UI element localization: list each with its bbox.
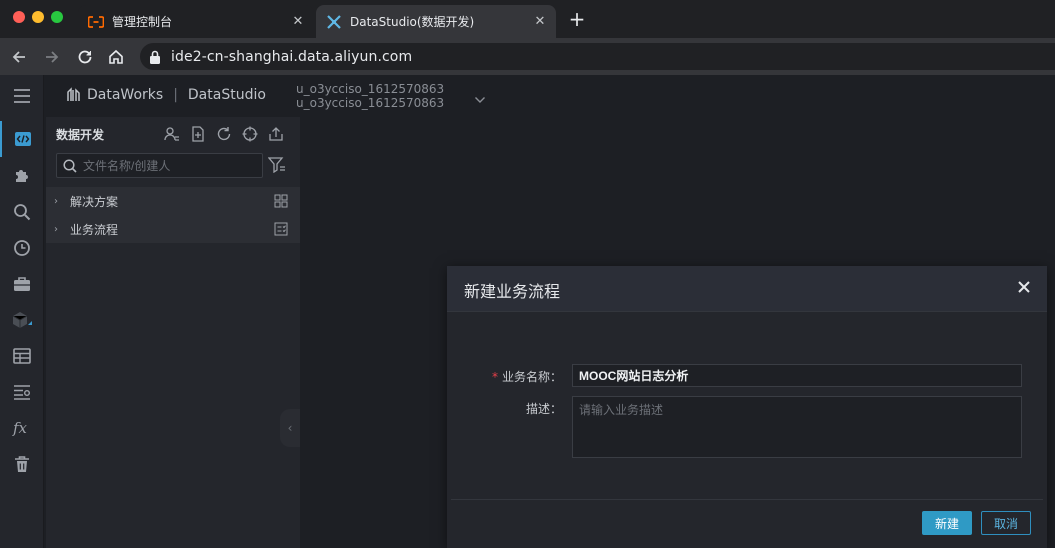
search-icon bbox=[63, 158, 77, 173]
tree-item-label: 解决方案 bbox=[70, 194, 119, 209]
trash-icon[interactable] bbox=[0, 446, 44, 482]
back-icon[interactable] bbox=[8, 46, 30, 68]
workspace-id: u_o3ycciso_1612570863 bbox=[296, 96, 445, 110]
home-icon[interactable] bbox=[105, 46, 127, 68]
browser-tabbar: 管理控制台 ✕ DataStudio(数据开发) ✕ + bbox=[0, 0, 1055, 38]
lock-icon bbox=[149, 50, 161, 64]
description-textarea[interactable] bbox=[572, 396, 1022, 458]
create-button[interactable]: 新建 bbox=[922, 511, 972, 535]
tab-label: 管理控制台 bbox=[112, 15, 173, 29]
browser-toolbar: ide2-cn-shanghai.data.aliyun.com bbox=[0, 38, 1055, 75]
new-file-icon[interactable] bbox=[189, 125, 207, 143]
required-mark: * bbox=[491, 370, 498, 384]
chevron-right-icon[interactable]: › bbox=[54, 196, 64, 207]
tree-item-solutions[interactable]: › 解决方案 bbox=[46, 187, 300, 215]
page: 管理控制台 ✕ DataStudio(数据开发) ✕ + ide2-cn-sha… bbox=[0, 0, 1055, 548]
brand: DataWorks | DataStudio bbox=[66, 87, 266, 103]
tab-close-icon[interactable]: ✕ bbox=[532, 14, 548, 30]
brand-separator: | bbox=[173, 87, 178, 103]
clock-icon[interactable] bbox=[0, 230, 44, 266]
table-icon[interactable] bbox=[0, 338, 44, 374]
left-navigation: fx bbox=[0, 75, 44, 548]
dataworks-logo-icon bbox=[66, 87, 82, 103]
address-bar[interactable]: ide2-cn-shanghai.data.aliyun.com bbox=[140, 43, 1055, 70]
description-label: 描述： bbox=[525, 402, 562, 416]
code-icon[interactable] bbox=[0, 121, 44, 157]
business-name-label-text: 业务名称： bbox=[501, 370, 562, 384]
close-window-button[interactable] bbox=[13, 11, 25, 23]
user-filter-icon[interactable] bbox=[163, 125, 181, 143]
dialog-title: 新建业务流程 bbox=[464, 282, 561, 301]
chevron-down-icon[interactable] bbox=[474, 89, 486, 108]
dialog-divider bbox=[451, 499, 1043, 500]
panel-collapse-handle[interactable]: ‹ bbox=[280, 409, 300, 447]
tab-close-icon[interactable]: ✕ bbox=[290, 14, 306, 30]
tree-item-business-flows[interactable]: › 业务流程 bbox=[46, 215, 300, 243]
menu-icon[interactable] bbox=[0, 78, 44, 114]
file-search bbox=[56, 153, 263, 178]
datastudio-logo-icon bbox=[326, 14, 342, 30]
puzzle-icon[interactable] bbox=[0, 158, 44, 194]
minimize-window-button[interactable] bbox=[32, 11, 44, 23]
panel-title: 数据开发 bbox=[56, 128, 105, 142]
reload-icon[interactable] bbox=[74, 46, 96, 68]
brand-name: DataWorks bbox=[87, 87, 164, 103]
forward-icon[interactable] bbox=[41, 46, 63, 68]
workspace-name: u_o3ycciso_1612570863 bbox=[296, 82, 445, 96]
locate-icon[interactable] bbox=[241, 125, 259, 143]
filter-icon[interactable] bbox=[267, 157, 286, 177]
refresh-icon[interactable] bbox=[215, 125, 233, 143]
dialog-header: 新建业务流程 bbox=[447, 266, 1047, 312]
tree-item-label: 业务流程 bbox=[70, 222, 119, 237]
cancel-button[interactable]: 取消 bbox=[981, 511, 1031, 535]
svg-text:fx: fx bbox=[12, 420, 28, 436]
close-icon[interactable] bbox=[1015, 278, 1033, 296]
search-icon[interactable] bbox=[0, 194, 44, 230]
browser-tab-console[interactable]: 管理控制台 ✕ bbox=[78, 5, 314, 38]
app-header: DataWorks | DataStudio u_o3ycciso_161257… bbox=[44, 75, 1055, 117]
tab-label: DataStudio(数据开发) bbox=[350, 15, 475, 29]
list-settings-icon[interactable] bbox=[0, 374, 44, 410]
business-name-label: * 业务名称： bbox=[447, 368, 562, 385]
data-development-panel: 数据开发 文件名称/创建人 › 解决方案 › 业务流程 bbox=[46, 117, 300, 548]
checklist-icon[interactable] bbox=[274, 222, 288, 239]
new-tab-button[interactable]: + bbox=[566, 8, 588, 30]
aliyun-logo-icon bbox=[88, 14, 104, 30]
module-name: DataStudio bbox=[187, 87, 266, 103]
cube-icon[interactable] bbox=[0, 302, 44, 338]
new-business-flow-dialog: 新建业务流程 *业务名称： 描述： 新建 取消 bbox=[447, 266, 1047, 548]
maximize-window-button[interactable] bbox=[51, 11, 63, 23]
workspace-selector[interactable]: u_o3ycciso_1612570863 u_o3ycciso_1612570… bbox=[296, 82, 444, 110]
file-search-input[interactable] bbox=[83, 158, 253, 173]
url-text: ide2-cn-shanghai.data.aliyun.com bbox=[171, 48, 413, 65]
business-name-input[interactable] bbox=[572, 364, 1022, 387]
briefcase-icon[interactable] bbox=[0, 266, 44, 302]
import-icon[interactable] bbox=[267, 125, 285, 143]
browser-tab-datastudio[interactable]: DataStudio(数据开发) ✕ bbox=[316, 5, 556, 38]
file-tree: › 解决方案 › 业务流程 bbox=[46, 187, 300, 243]
grid-icon[interactable] bbox=[274, 194, 288, 211]
function-icon[interactable]: fx bbox=[0, 410, 44, 446]
chevron-right-icon[interactable]: › bbox=[54, 224, 64, 235]
